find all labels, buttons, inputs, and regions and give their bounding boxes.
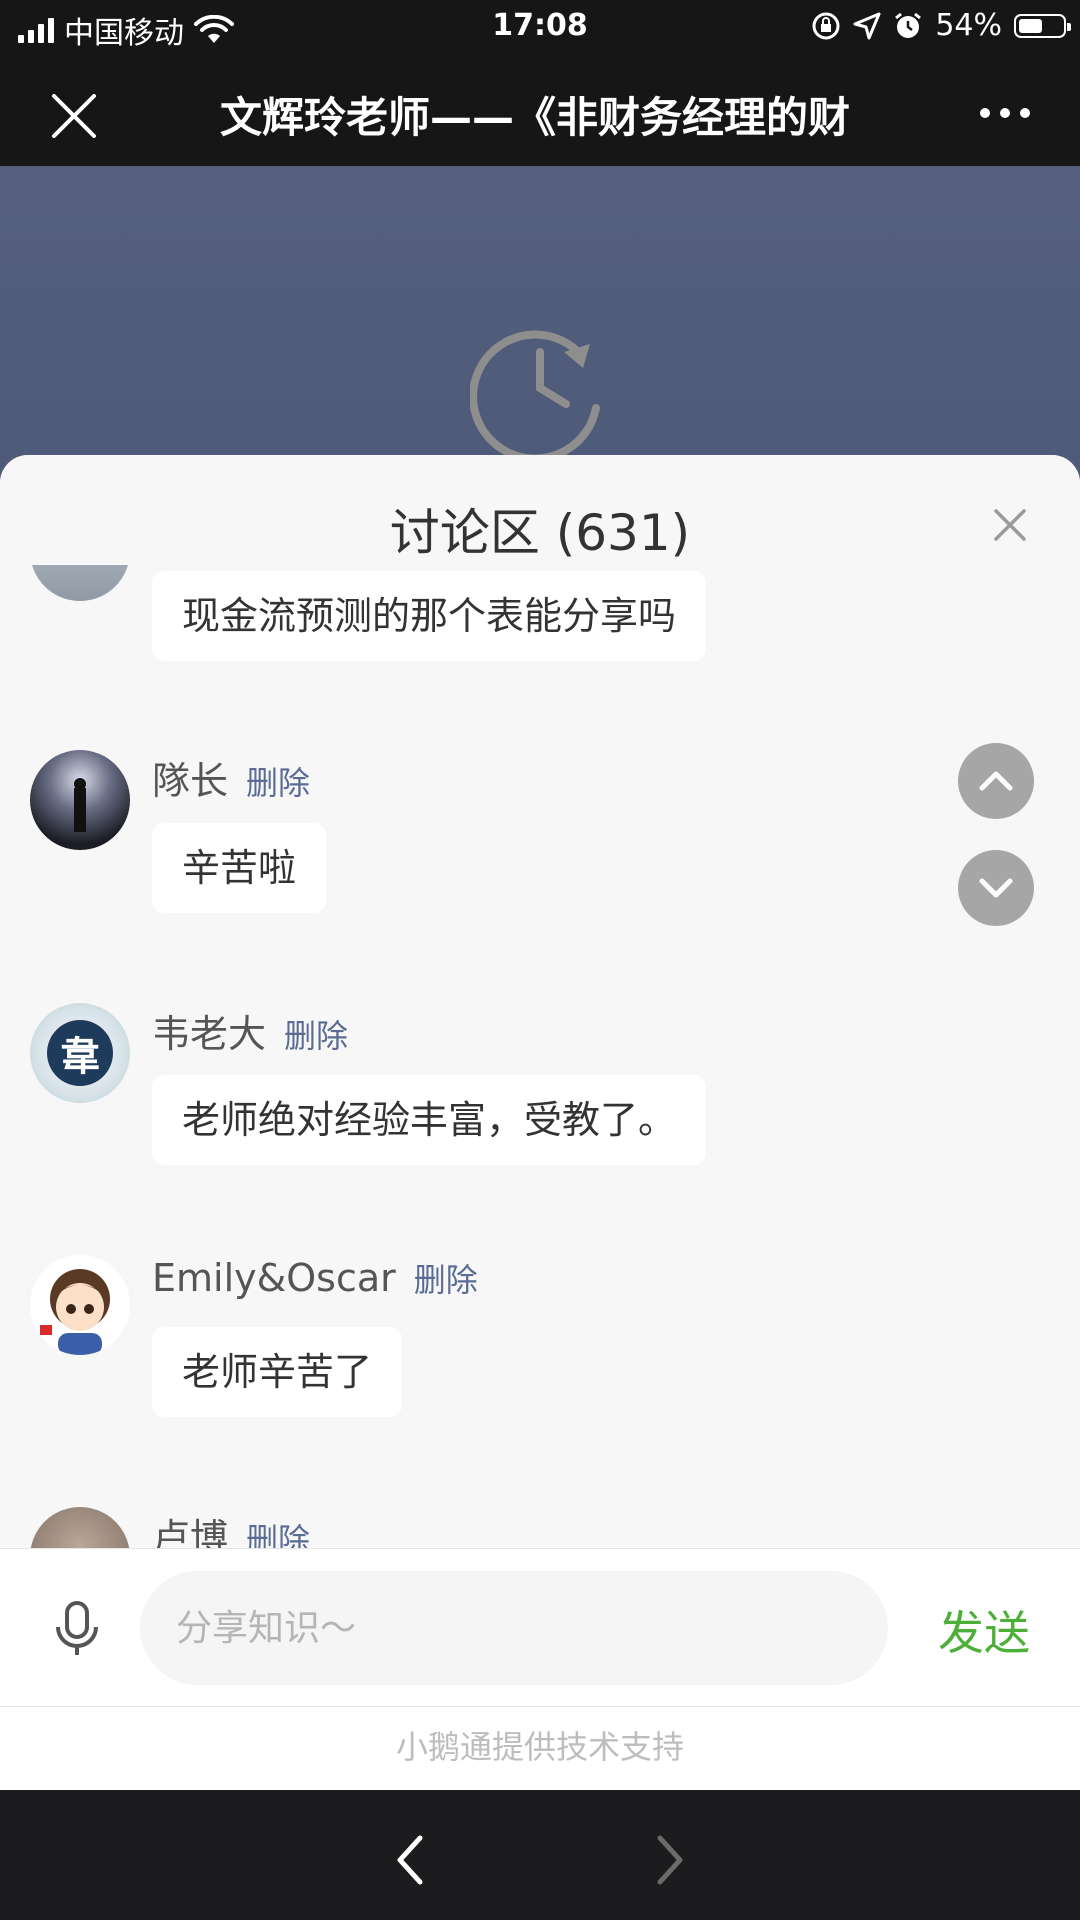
avatar-glyph: 韋 (47, 1020, 113, 1086)
close-icon[interactable] (990, 505, 1030, 545)
wifi-icon (194, 15, 234, 43)
history-clock-icon (470, 330, 600, 456)
more-icon[interactable] (980, 98, 1040, 128)
message-bubble: 老师辛苦了 (152, 1327, 403, 1417)
scroll-down-button[interactable] (958, 850, 1034, 926)
username: 卢博 (152, 1516, 229, 1548)
avatar[interactable] (30, 750, 130, 850)
signal-icon (18, 17, 54, 43)
send-button[interactable]: 发送 (938, 1597, 1030, 1663)
carrier-label: 中国移动 (64, 16, 184, 51)
message-bubble: 辛苦啦 (152, 823, 327, 913)
back-arrow-icon[interactable] (390, 1830, 430, 1890)
battery-icon (1014, 13, 1071, 38)
message-bubble: 现金流预测的那个表能分享吗 (152, 571, 707, 661)
delete-button[interactable]: 删除 (246, 758, 310, 804)
username: Emily&Oscar (152, 1256, 396, 1300)
message-list[interactable]: 现金流预测的那个表能分享吗 隊长 删除 辛苦啦 韋 韦老大 删除 老师绝对经验丰… (0, 455, 1080, 1548)
battery-percent: 54% (935, 8, 1002, 43)
alarm-icon (895, 12, 922, 38)
status-left: 中国移动 (18, 8, 234, 52)
scroll-up-button[interactable] (958, 743, 1034, 819)
comment-input-bar: 发送 (0, 1548, 1080, 1707)
video-area[interactable] (0, 166, 1080, 486)
discussion-title: 讨论区 (631) (389, 504, 691, 562)
delete-button[interactable]: 删除 (284, 1011, 348, 1057)
avatar[interactable]: 韋 (30, 1003, 130, 1103)
nav-bar: 文辉玲老师——《非财务经理的财 (0, 56, 1080, 166)
close-icon[interactable] (44, 86, 104, 146)
status-bar: 中国移动 17:08 54% (0, 0, 1080, 56)
message-meta: 韦老大 删除 (152, 1003, 348, 1058)
discussion-panel: 现金流预测的那个表能分享吗 隊长 删除 辛苦啦 韋 韦老大 删除 老师绝对经验丰… (0, 455, 1080, 1790)
status-right: 54% (811, 8, 1071, 43)
message-meta: Emily&Oscar 删除 (152, 1255, 478, 1301)
forward-arrow-icon[interactable] (650, 1830, 690, 1890)
chevron-up-icon (979, 771, 1013, 791)
page-title: 文辉玲老师——《非财务经理的财 (220, 93, 851, 142)
comment-input[interactable] (140, 1571, 888, 1685)
message-bubble: 老师绝对经验丰富，受教了。 (152, 1075, 707, 1165)
microphone-icon[interactable] (52, 1599, 102, 1659)
avatar[interactable] (30, 1255, 130, 1355)
message-meta: 隊长 删除 (152, 750, 310, 805)
avatar[interactable] (30, 1507, 130, 1548)
username: 隊长 (152, 759, 229, 803)
browser-toolbar (0, 1790, 1080, 1920)
message-meta: 卢博 删除 (152, 1507, 310, 1548)
powered-by-label: 小鹅通提供技术支持 (0, 1706, 1080, 1790)
delete-button[interactable]: 删除 (414, 1255, 478, 1301)
chevron-down-icon (979, 878, 1013, 898)
location-icon (853, 12, 881, 39)
delete-button[interactable]: 删除 (246, 1515, 310, 1548)
orientation-lock-icon (812, 12, 840, 39)
discussion-header: 讨论区 (631) (0, 455, 1080, 565)
username: 韦老大 (152, 1012, 267, 1056)
